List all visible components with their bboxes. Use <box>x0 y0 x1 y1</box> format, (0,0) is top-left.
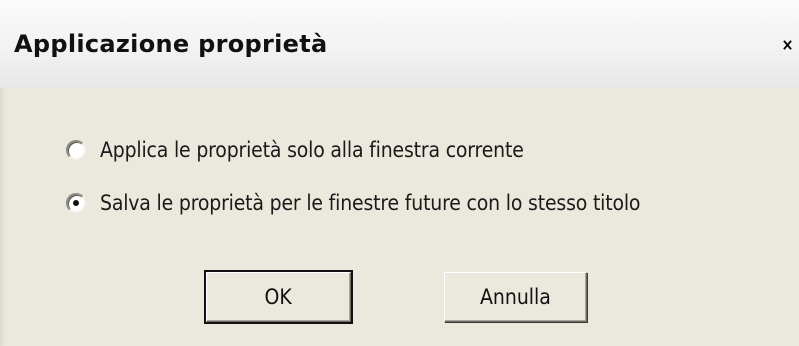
option-save-future-windows[interactable]: Salva le proprietà per le finestre futur… <box>66 191 700 215</box>
dialog-title: Applicazione proprietà <box>14 30 328 58</box>
option-apply-current-window[interactable]: Applica le proprietà solo alla finestra … <box>66 138 571 162</box>
cancel-button-label: Annulla <box>480 285 551 309</box>
radio-button-apply-current[interactable] <box>66 140 86 160</box>
title-bar[interactable]: Applicazione proprietà <box>0 0 799 88</box>
option-label-save-future: Salva le proprietà per le finestre futur… <box>100 191 641 215</box>
dialog-body <box>0 88 799 346</box>
cancel-button[interactable]: Annulla <box>444 272 587 322</box>
option-label-apply-current: Applica le proprietà solo alla finestra … <box>100 138 524 162</box>
radio-selected-dot <box>73 200 79 206</box>
close-button[interactable] <box>777 28 799 62</box>
radio-button-save-future[interactable] <box>66 193 86 213</box>
properties-dialog: Applicazione proprietà Applica le propri… <box>0 0 799 346</box>
close-icon <box>783 40 792 50</box>
dialog-left-edge <box>0 88 6 346</box>
ok-button[interactable]: OK <box>204 270 353 324</box>
ok-button-label: OK <box>264 285 293 309</box>
